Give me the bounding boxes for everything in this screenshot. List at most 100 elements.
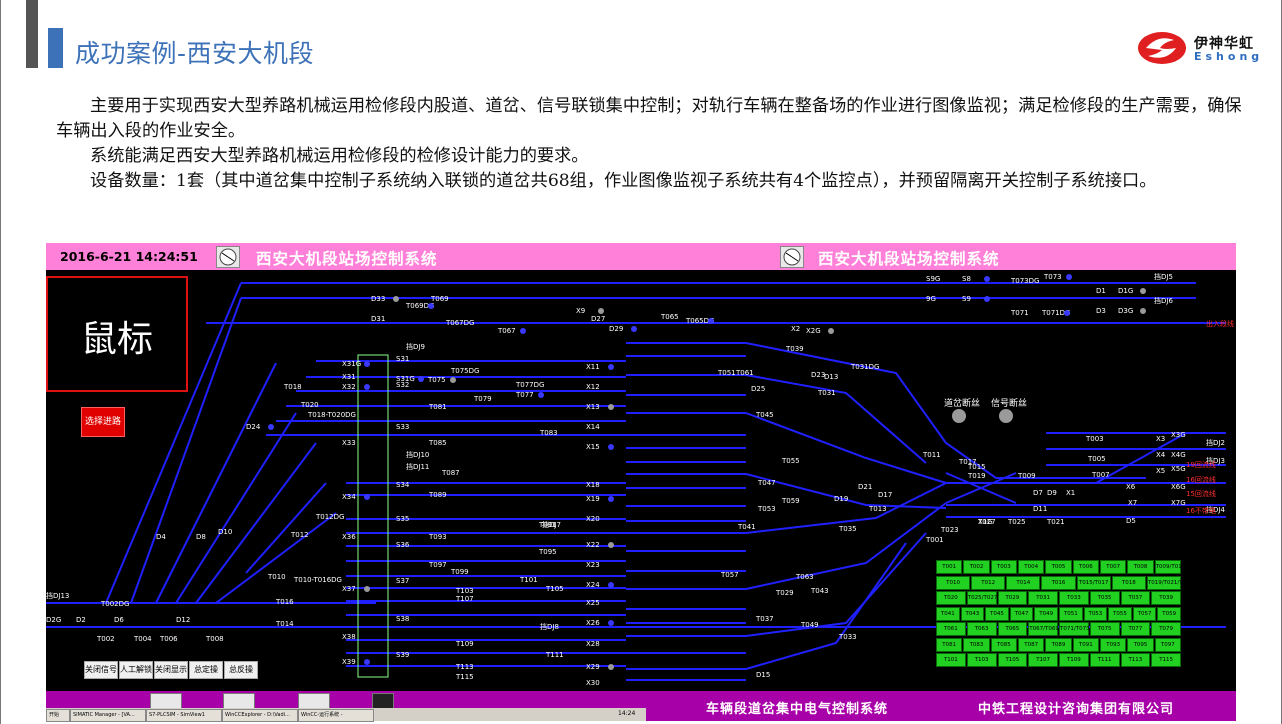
track-label[interactable]: X28: [586, 640, 600, 648]
track-label[interactable]: T099: [451, 568, 469, 576]
track-status-cell[interactable]: T095: [1127, 637, 1154, 652]
track-status-cell[interactable]: T081: [936, 637, 963, 652]
signal-light-icon[interactable]: [608, 364, 614, 370]
track-label[interactable]: T012: [291, 531, 309, 539]
track-label[interactable]: T015: [968, 463, 986, 471]
signal-light-icon[interactable]: [608, 620, 614, 626]
track-label[interactable]: T018: [284, 383, 302, 391]
track-label[interactable]: X1G: [978, 518, 993, 526]
track-label[interactable]: T065: [661, 313, 679, 321]
track-label[interactable]: X13: [586, 403, 600, 411]
track-label[interactable]: D17: [878, 491, 892, 499]
track-label[interactable]: T016: [276, 598, 294, 606]
track-status-cell[interactable]: T010: [936, 575, 971, 590]
track-label[interactable]: D9: [1047, 489, 1057, 497]
track-label[interactable]: T055: [782, 457, 800, 465]
track-status-cell[interactable]: T109: [1059, 653, 1089, 667]
track-status-cell[interactable]: T093: [1100, 637, 1127, 652]
track-label[interactable]: T011: [923, 451, 941, 459]
track-label[interactable]: T002DG: [101, 600, 129, 608]
track-status-cell[interactable]: T008: [1127, 560, 1154, 574]
track-status-cell[interactable]: T019/T021/T023: [1146, 575, 1193, 590]
track-label[interactable]: T095: [539, 548, 557, 556]
track-status-cell[interactable]: T079: [1151, 622, 1181, 636]
track-status-cell[interactable]: T067/T069: [1028, 622, 1059, 636]
total-normal-button[interactable]: 总定操: [189, 661, 223, 679]
track-status-cell[interactable]: T003: [990, 560, 1017, 574]
track-label[interactable]: X12: [586, 383, 600, 391]
signal-light-icon[interactable]: [364, 586, 370, 592]
track-label[interactable]: T014: [276, 620, 294, 628]
signal-light-icon[interactable]: [598, 308, 604, 314]
total-reverse-button[interactable]: 总反操: [224, 661, 258, 679]
signal-light-icon[interactable]: [1140, 288, 1146, 294]
taskbar-item-simatic[interactable]: SIMATIC Manager - [VA...: [70, 709, 146, 722]
signal-light-icon[interactable]: [418, 376, 424, 382]
signal-light-icon[interactable]: [364, 659, 370, 665]
track-label[interactable]: D25: [751, 385, 765, 393]
signal-light-icon[interactable]: [1066, 274, 1072, 280]
track-label[interactable]: D3: [1096, 307, 1106, 315]
track-label[interactable]: X2G: [806, 327, 821, 335]
track-label[interactable]: T010: [268, 573, 286, 581]
track-label[interactable]: D10: [218, 528, 232, 536]
track-label[interactable]: T101: [520, 576, 538, 584]
track-status-cell[interactable]: T006: [1072, 560, 1099, 574]
track-status-cell[interactable]: T107: [1028, 653, 1058, 667]
track-label[interactable]: T077DG: [516, 381, 544, 389]
track-status-cell[interactable]: T016: [1041, 575, 1076, 590]
taskbar-item-plcsim[interactable]: S7-PLCSIM - SimView1: [146, 709, 222, 722]
track-label[interactable]: S37: [396, 577, 409, 585]
track-label[interactable]: X4: [1156, 451, 1165, 459]
taskbar-item-wincc-explorer[interactable]: WinCCExplorer - D:\Vadi...: [222, 709, 298, 722]
track-label[interactable]: S8: [962, 275, 971, 283]
start-button[interactable]: 开始: [46, 709, 70, 722]
track-status-cell[interactable]: T077: [1120, 622, 1151, 636]
track-status-cell[interactable]: T043: [960, 606, 985, 621]
track-label[interactable]: S32: [396, 381, 409, 389]
track-label[interactable]: T043: [811, 587, 829, 595]
track-label[interactable]: T037: [756, 615, 774, 623]
track-status-cell[interactable]: T015/T017: [1076, 575, 1111, 590]
signal-light-icon[interactable]: [608, 496, 614, 502]
track-label[interactable]: T057: [721, 571, 739, 579]
track-label[interactable]: X9: [576, 307, 585, 315]
track-label[interactable]: X39: [342, 658, 356, 666]
signal-light-icon[interactable]: [984, 296, 990, 302]
track-status-cell[interactable]: T101: [936, 653, 966, 667]
track-label[interactable]: X31: [342, 373, 356, 381]
taskbar-item-wincc-runtime[interactable]: WinCC-运行系统 -: [298, 709, 374, 722]
track-status-cell[interactable]: T059: [1157, 606, 1181, 621]
track-status-cell[interactable]: T001: [936, 560, 963, 574]
track-label[interactable]: T089: [429, 491, 447, 499]
track-label[interactable]: D12: [176, 616, 190, 624]
track-label[interactable]: T018-T020DG: [308, 411, 356, 419]
track-label[interactable]: T093: [429, 533, 447, 541]
track-label[interactable]: T049: [801, 621, 819, 629]
close-display-button[interactable]: 关闭显示: [154, 661, 188, 679]
track-label[interactable]: D11: [1033, 505, 1047, 513]
track-label[interactable]: T063: [796, 573, 814, 581]
track-label[interactable]: T105: [546, 585, 564, 593]
track-label[interactable]: D15: [756, 671, 770, 679]
track-label[interactable]: X3: [1156, 435, 1165, 443]
track-status-cell[interactable]: T111: [1089, 653, 1120, 667]
signal-light-icon[interactable]: [538, 392, 544, 398]
track-label[interactable]: X15: [586, 443, 600, 451]
track-label[interactable]: X20: [586, 515, 600, 523]
track-label[interactable]: X33: [342, 439, 356, 447]
track-label[interactable]: X18: [586, 481, 600, 489]
track-label[interactable]: X6G: [1171, 483, 1186, 491]
track-status-cell[interactable]: T115: [1151, 653, 1181, 667]
track-label[interactable]: X5G: [1171, 465, 1186, 473]
track-label[interactable]: T023: [941, 526, 959, 534]
track-label[interactable]: D24: [246, 423, 260, 431]
track-label[interactable]: T019: [968, 472, 986, 480]
track-label[interactable]: T083: [540, 429, 558, 437]
signal-light-icon[interactable]: [708, 318, 714, 324]
track-label[interactable]: X31G: [342, 360, 361, 368]
signal-light-icon[interactable]: [428, 303, 434, 309]
track-label[interactable]: S36: [396, 541, 409, 549]
track-label[interactable]: T029: [776, 589, 794, 597]
track-status-cell[interactable]: T057: [1132, 606, 1157, 621]
